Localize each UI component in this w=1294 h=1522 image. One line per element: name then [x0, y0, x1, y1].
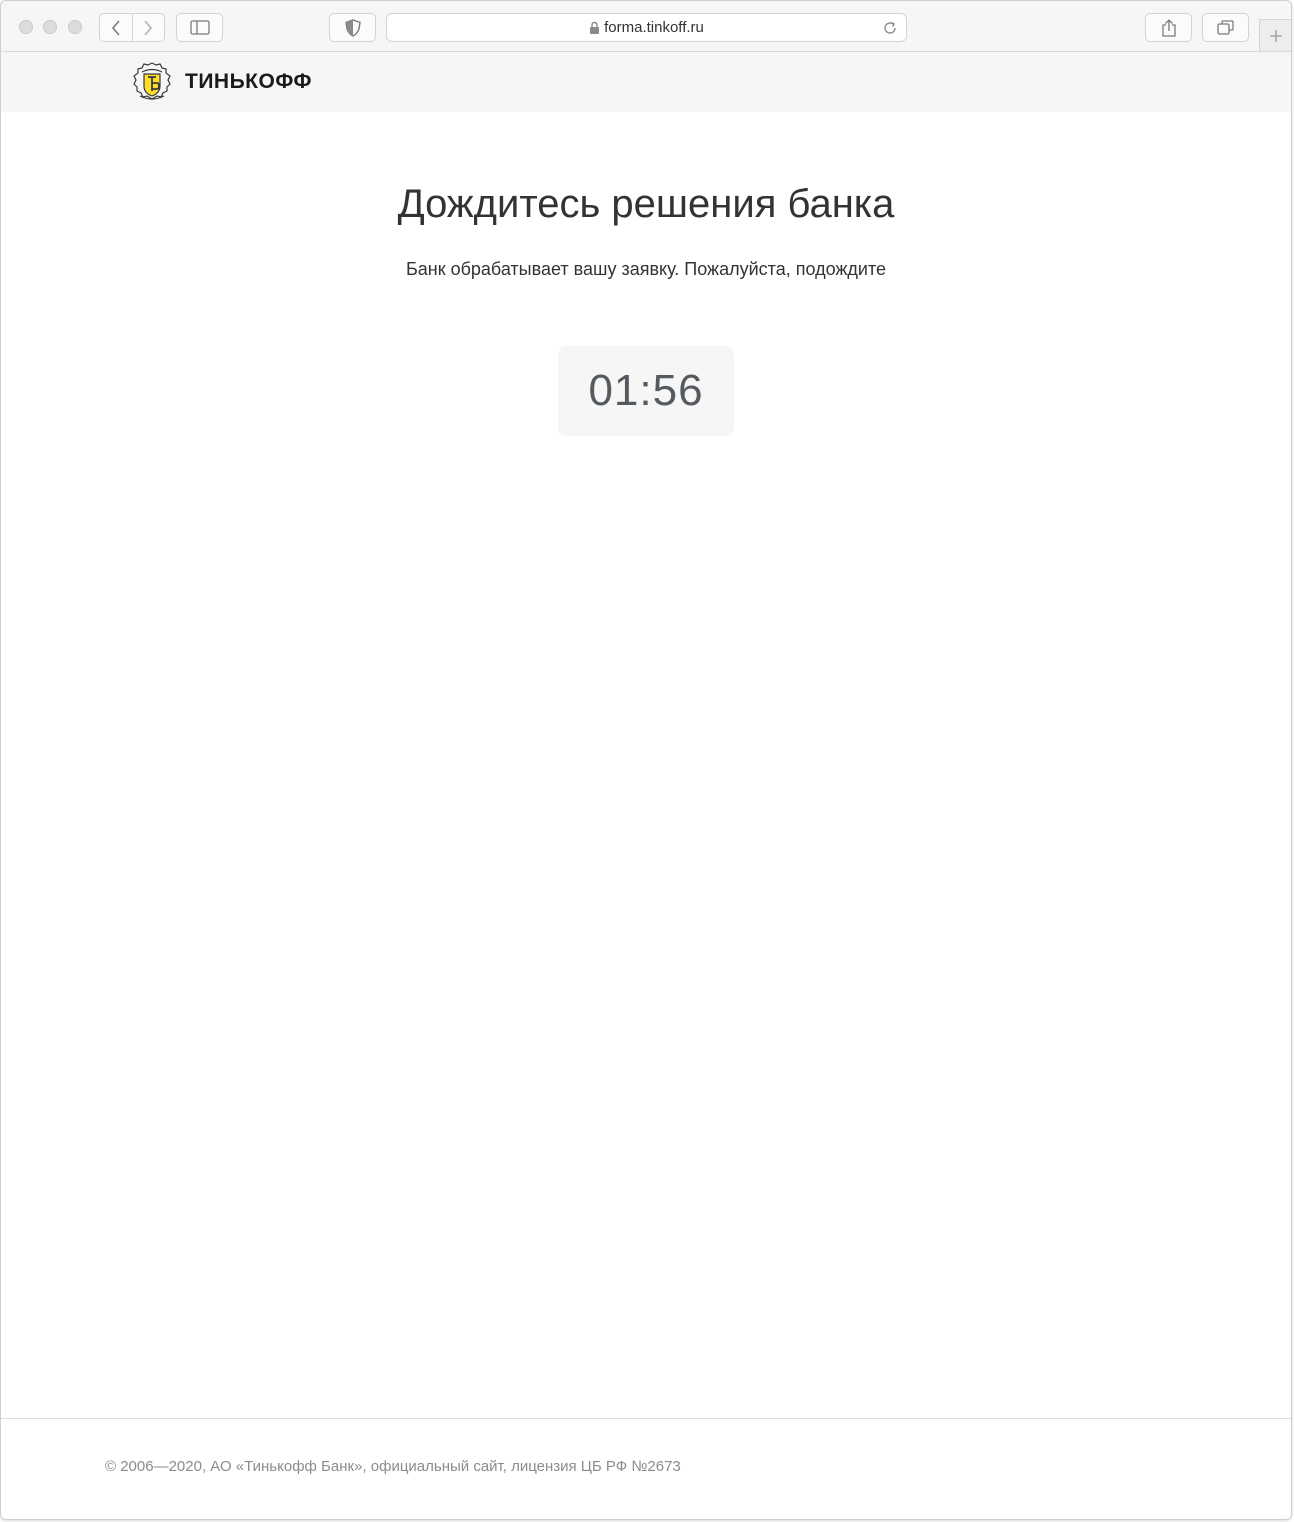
tabs-overview-icon [1217, 20, 1234, 35]
privacy-report-button[interactable] [329, 13, 376, 42]
shield-icon [344, 18, 361, 37]
site-footer: © 2006—2020, АО «Тинькофф Банк», официал… [1, 1418, 1291, 1519]
close-window-button[interactable] [19, 20, 33, 34]
zoom-window-button[interactable] [68, 20, 82, 34]
address-bar[interactable]: forma.tinkoff.ru [386, 13, 907, 42]
chevron-left-icon [111, 19, 120, 36]
brand-name: ТИНЬКОФФ [185, 70, 312, 93]
sidebar-icon [189, 20, 210, 35]
plus-icon [1269, 29, 1282, 42]
reload-icon [884, 21, 896, 34]
share-button[interactable] [1145, 13, 1192, 42]
url-text: forma.tinkoff.ru [604, 19, 704, 36]
new-tab-button[interactable] [1259, 19, 1291, 51]
reload-button[interactable] [882, 20, 898, 41]
tinkoff-emblem-icon [133, 62, 171, 100]
tab-overview-button[interactable] [1202, 13, 1249, 42]
tinkoff-logo[interactable]: ТИНЬКОФФ [129, 60, 312, 104]
minimize-window-button[interactable] [43, 20, 57, 34]
browser-window: forma.tinkoff.ru ТИНЬКОФФ Дождитесь реше… [0, 0, 1292, 1520]
main-content: Дождитесь решения банка Банк обрабатывае… [1, 112, 1291, 1418]
browser-toolbar: forma.tinkoff.ru [1, 1, 1291, 52]
forward-button[interactable] [133, 14, 165, 41]
countdown-timer: 01:56 [558, 346, 734, 436]
lock-icon [590, 21, 600, 34]
page-subtitle: Банк обрабатывает вашу заявку. Пожалуйст… [405, 259, 887, 279]
site-header: ТИНЬКОФФ [1, 52, 1291, 112]
page-title: Дождитесь решения банка [397, 182, 895, 226]
chevron-right-icon [144, 19, 153, 36]
share-icon [1161, 18, 1176, 37]
copyright-text: © 2006—2020, АО «Тинькофф Банк», официал… [105, 1458, 681, 1475]
history-navigation [99, 13, 165, 42]
back-button[interactable] [100, 14, 133, 41]
sidebar-button[interactable] [176, 13, 223, 42]
